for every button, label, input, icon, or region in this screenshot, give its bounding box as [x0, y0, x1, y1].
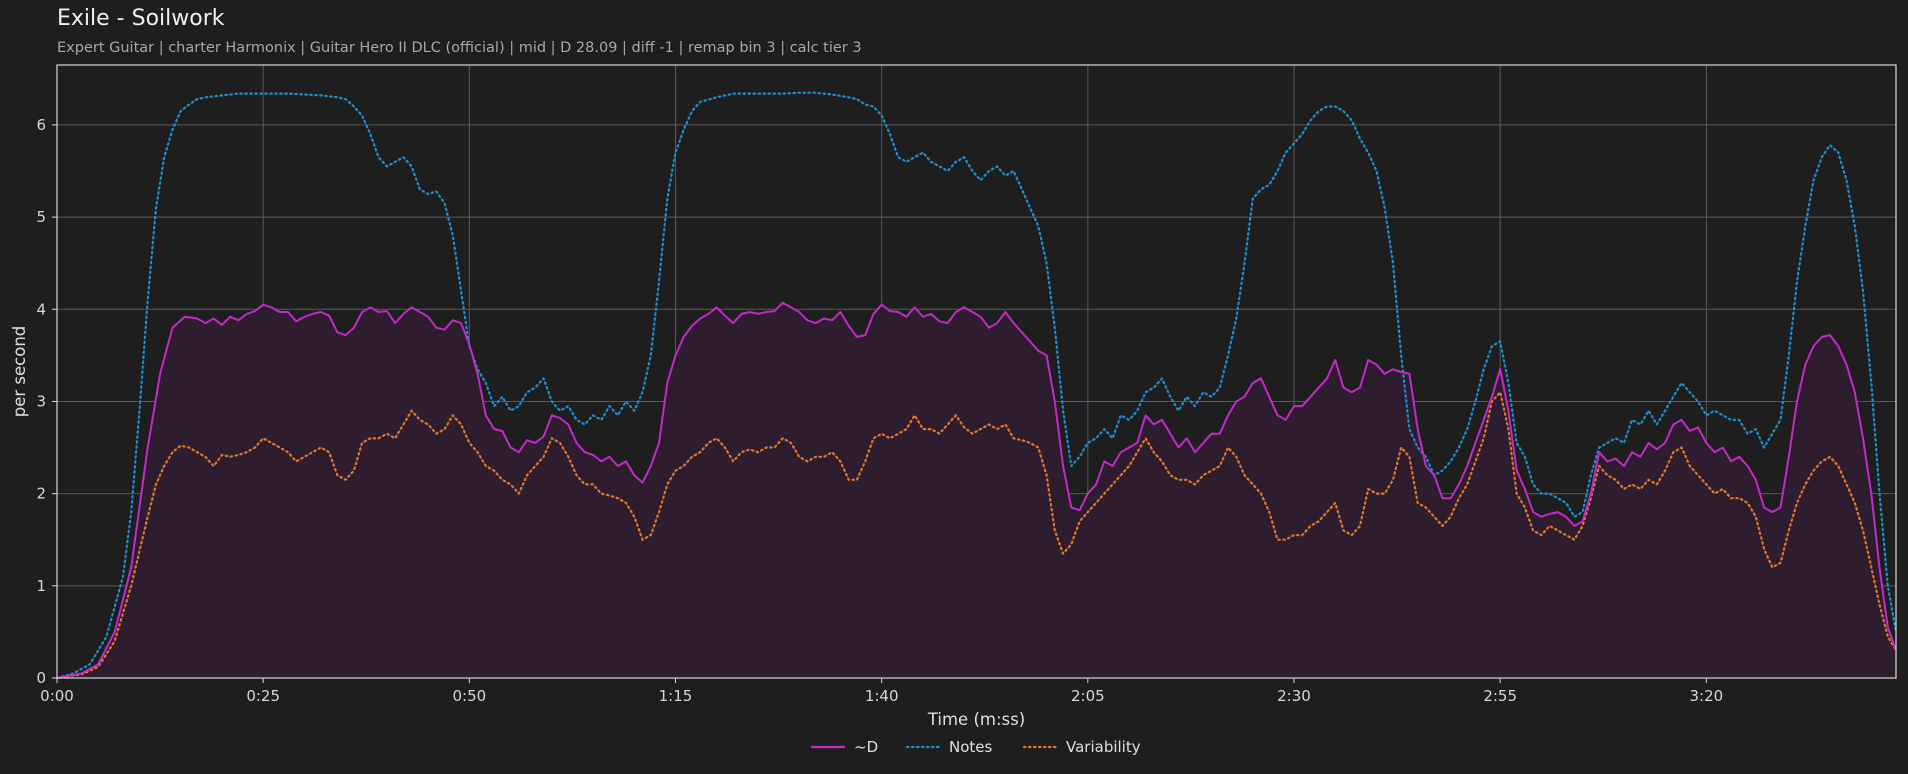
plot-area [55, 91, 1898, 680]
legend: ~D Notes Variability [810, 738, 1141, 756]
x-tick-label: 1:15 [659, 687, 693, 705]
x-axis-label: Time (m:ss) [927, 710, 1025, 729]
y-tick-label: 3 [36, 392, 46, 410]
legend-label: ~D [854, 738, 878, 756]
y-tick-label: 5 [36, 208, 46, 226]
y-tick-label: 4 [36, 300, 46, 318]
y-tick-label: 0 [36, 669, 46, 687]
x-tick-label: 2:55 [1483, 687, 1517, 705]
x-tick-label: 3:20 [1689, 687, 1723, 705]
x-tick-label: 1:40 [865, 687, 899, 705]
x-tick-label: 2:30 [1277, 687, 1311, 705]
y-axis: 0 1 2 3 4 5 6 [36, 116, 57, 687]
y-tick-label: 2 [36, 485, 46, 503]
x-tick-label: 0:00 [40, 687, 74, 705]
x-tick-label: 0:50 [452, 687, 486, 705]
x-tick-label: 2:05 [1071, 687, 1105, 705]
x-axis: 0:00 0:25 0:50 1:15 1:40 2:05 2:30 2:55 3:20 [40, 678, 1723, 705]
y-tick-label: 1 [36, 577, 46, 595]
x-tick-label: 0:25 [246, 687, 280, 705]
y-tick-label: 6 [36, 116, 46, 134]
legend-label: Variability [1066, 738, 1141, 756]
series-area-d [57, 302, 1896, 678]
legend-label: Notes [949, 738, 993, 756]
y-axis-label: per second [10, 326, 29, 418]
chart: 0:00 0:25 0:50 1:15 1:40 2:05 2:30 2:55 3:20 0 1 2… [10, 64, 1898, 756]
